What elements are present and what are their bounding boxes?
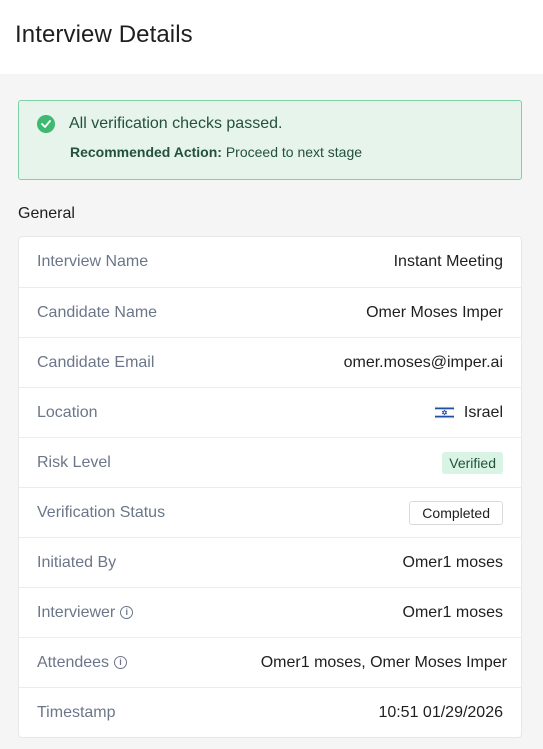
detail-label: Timestamp	[37, 703, 116, 721]
detail-row-risk-level: Risk Level Verified	[19, 437, 521, 487]
alert-title: All verification checks passed.	[69, 115, 283, 132]
check-circle-icon	[37, 115, 55, 133]
israel-flag-icon	[434, 406, 454, 419]
detail-label: Interviewer	[37, 603, 116, 621]
page-header: Interview Details	[0, 0, 543, 74]
detail-row-candidate-name: Candidate Name Omer Moses Imper	[19, 287, 521, 337]
detail-label: Location	[37, 403, 98, 421]
detail-value: Omer1 moses	[402, 553, 503, 571]
detail-label: Attendees	[37, 653, 110, 671]
detail-value: Omer1 moses	[402, 603, 503, 621]
detail-label: Initiated By	[37, 553, 117, 571]
page-title: Interview Details	[15, 21, 193, 48]
detail-value: Israel	[434, 403, 503, 422]
detail-value: omer.moses@imper.ai	[343, 353, 503, 371]
location-text: Israel	[463, 403, 503, 421]
verification-status-badge: Completed	[409, 500, 503, 525]
main-content: All verification checks passed. Recommen…	[0, 74, 543, 738]
detail-label: Risk Level	[37, 453, 111, 471]
detail-label: Verification Status	[37, 503, 166, 521]
detail-value: Omer1 moses, Omer Moses Imper	[260, 653, 507, 671]
detail-row-interviewer: Interviewer i Omer1 moses	[19, 587, 521, 637]
detail-row-location: Location Israel	[19, 387, 521, 437]
section-title-general: General	[18, 205, 75, 222]
recommended-action: Recommended Action: Proceed to next stag…	[70, 144, 503, 160]
detail-row-attendees: Attendees i Omer1 moses, Omer Moses Impe…	[19, 637, 521, 687]
detail-row-interview-name: Interview Name Instant Meeting	[19, 237, 521, 287]
detail-row-timestamp: Timestamp 10:51 01/29/2026	[19, 687, 521, 737]
general-details-card: Interview Name Instant Meeting Candidate…	[18, 236, 522, 738]
detail-label: Candidate Email	[37, 353, 155, 371]
risk-level-badge: Verified	[442, 451, 503, 474]
detail-row-candidate-email: Candidate Email omer.moses@imper.ai	[19, 337, 521, 387]
detail-label: Interview Name	[37, 253, 149, 270]
detail-label: Candidate Name	[37, 303, 158, 321]
detail-row-verification-status: Verification Status Completed	[19, 487, 521, 537]
recommended-action-value: Proceed to next stage	[225, 144, 363, 160]
detail-value: Instant Meeting	[393, 253, 503, 270]
verification-alert: All verification checks passed. Recommen…	[18, 100, 522, 180]
detail-row-initiated-by: Initiated By Omer1 moses	[19, 537, 521, 587]
detail-value: 10:51 01/29/2026	[378, 703, 503, 721]
info-icon[interactable]: i	[114, 656, 128, 669]
info-icon[interactable]: i	[120, 606, 134, 619]
recommended-action-label: Recommended Action:	[70, 144, 222, 160]
detail-label-with-info: Interviewer i	[37, 603, 134, 622]
detail-value: Omer Moses Imper	[366, 303, 503, 321]
detail-label-with-info: Attendees i	[37, 653, 128, 672]
